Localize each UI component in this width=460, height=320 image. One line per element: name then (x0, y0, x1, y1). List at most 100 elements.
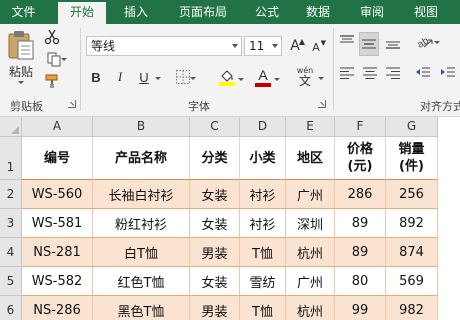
table-cell[interactable]: 80 (335, 267, 386, 296)
table-cell[interactable]: 男装 (190, 238, 240, 267)
column-header-e[interactable]: E (286, 117, 335, 137)
table-cell[interactable]: WS-582 (22, 267, 93, 296)
underline-button[interactable]: U (134, 67, 154, 87)
font-size-select[interactable]: 11 (244, 36, 282, 56)
fill-color-button[interactable] (216, 67, 244, 87)
table-cell[interactable]: 广州 (286, 267, 335, 296)
chevron-down-icon[interactable] (155, 77, 161, 80)
font-color-button[interactable]: A (252, 66, 280, 87)
copy-button[interactable] (42, 50, 67, 68)
row-header-5[interactable]: 5 (0, 267, 22, 296)
table-cell[interactable]: 杭州 (286, 238, 335, 267)
chevron-down-icon (18, 81, 24, 84)
decrease-indent-icon (416, 67, 430, 77)
table-cell[interactable]: 长袖白衬衫 (93, 180, 190, 209)
tab-data[interactable]: 数据 (297, 0, 339, 24)
tab-home[interactable]: 开始 (58, 2, 106, 24)
tab-formulas[interactable]: 公式 (246, 0, 288, 24)
align-left-icon (340, 67, 354, 79)
format-painter-button[interactable] (42, 72, 62, 90)
table-cell[interactable]: 男装 (190, 296, 240, 320)
orientation-button[interactable]: ab (413, 32, 440, 52)
table-cell[interactable]: 杭州 (286, 296, 335, 320)
tab-page-layout[interactable]: 页面布局 (170, 0, 236, 24)
table-cell[interactable]: 粉红衬衫 (93, 209, 190, 238)
tab-file[interactable]: 文件 (0, 0, 47, 24)
font-launcher-icon[interactable] (318, 100, 326, 108)
row-header-6[interactable]: 6 (0, 296, 22, 320)
font-color-icon: A (258, 66, 268, 83)
column-header-f[interactable]: F (335, 117, 386, 137)
column-header-g[interactable]: G (386, 117, 438, 137)
row-header-1[interactable]: 1 (0, 137, 22, 180)
italic-button[interactable]: I (110, 67, 130, 87)
chevron-down-icon (232, 44, 238, 48)
align-left-button[interactable] (337, 63, 357, 83)
column-header-d[interactable]: D (240, 117, 286, 137)
increase-indent-button[interactable] (438, 63, 458, 83)
align-middle-button[interactable] (359, 32, 379, 56)
tab-review[interactable]: 审阅 (351, 0, 393, 24)
chevron-down-icon[interactable] (318, 77, 324, 80)
header-cell[interactable]: 销量 (件) (386, 137, 438, 180)
header-cell[interactable]: 地区 (286, 137, 335, 180)
table-cell[interactable]: 雪纺 (240, 267, 286, 296)
table-cell[interactable]: 衬衫 (240, 180, 286, 209)
column-header-c[interactable]: C (190, 117, 240, 137)
decrease-font-button[interactable]: A ▼ (309, 39, 326, 55)
tab-view[interactable]: 视图 (405, 0, 447, 24)
header-cell[interactable]: 小类 (240, 137, 286, 180)
table-cell[interactable]: 89 (335, 209, 386, 238)
row-header-3[interactable]: 3 (0, 209, 22, 238)
text-orientation-icon: ab (416, 35, 433, 50)
table-cell[interactable]: 白T恤 (93, 238, 190, 267)
column-header-b[interactable]: B (93, 117, 190, 137)
header-cell[interactable]: 编号 (22, 137, 93, 180)
phonetic-char-icon: 文 (298, 73, 311, 88)
table-cell[interactable]: 256 (386, 180, 438, 209)
row-header-4[interactable]: 4 (0, 238, 22, 267)
table-cell[interactable]: WS-581 (22, 209, 93, 238)
table-cell[interactable]: T恤 (240, 296, 286, 320)
increase-font-button[interactable]: A ▲ (287, 37, 305, 55)
clipboard-launcher-icon[interactable] (68, 100, 76, 108)
paste-button[interactable]: 粘贴 (4, 29, 38, 87)
table-cell[interactable]: 892 (386, 209, 438, 238)
align-bottom-button[interactable] (383, 32, 403, 52)
table-cell[interactable]: 深圳 (286, 209, 335, 238)
header-cell[interactable]: 产品名称 (93, 137, 190, 180)
header-cell[interactable]: 分类 (190, 137, 240, 180)
select-all-corner[interactable] (0, 117, 22, 137)
table-cell[interactable]: 黑色T恤 (93, 296, 190, 320)
table-cell[interactable]: NS-286 (22, 296, 93, 320)
tab-insert[interactable]: 插入 (116, 0, 156, 24)
table-cell[interactable]: WS-560 (22, 180, 93, 209)
cut-button[interactable] (42, 28, 62, 46)
align-right-button[interactable] (383, 63, 403, 83)
table-cell[interactable]: 衬衫 (240, 209, 286, 238)
align-center-button[interactable] (360, 63, 380, 83)
table-cell[interactable]: T恤 (240, 238, 286, 267)
bold-button[interactable]: B (86, 67, 106, 87)
table-cell[interactable]: 569 (386, 267, 438, 296)
table-cell[interactable]: 女装 (190, 180, 240, 209)
table-cell[interactable]: 99 (335, 296, 386, 320)
table-cell[interactable]: 女装 (190, 209, 240, 238)
table-cell[interactable]: 982 (386, 296, 438, 320)
table-cell[interactable]: 874 (386, 238, 438, 267)
table-cell[interactable]: 红色T恤 (93, 267, 190, 296)
column-header-a[interactable]: A (22, 117, 93, 137)
phonetic-guide-button[interactable]: wén 文 (294, 66, 316, 88)
borders-button[interactable] (172, 68, 196, 86)
row-header-2[interactable]: 2 (0, 180, 22, 209)
scissors-icon (44, 29, 60, 45)
font-name-select[interactable]: 等线 (86, 36, 242, 56)
table-cell[interactable]: 广州 (286, 180, 335, 209)
decrease-indent-button[interactable] (413, 63, 433, 83)
table-cell[interactable]: 286 (335, 180, 386, 209)
table-cell[interactable]: NS-281 (22, 238, 93, 267)
table-cell[interactable]: 89 (335, 238, 386, 267)
align-top-button[interactable] (337, 32, 357, 52)
table-cell[interactable]: 女装 (190, 267, 240, 296)
header-cell[interactable]: 价格 (元) (335, 137, 386, 180)
